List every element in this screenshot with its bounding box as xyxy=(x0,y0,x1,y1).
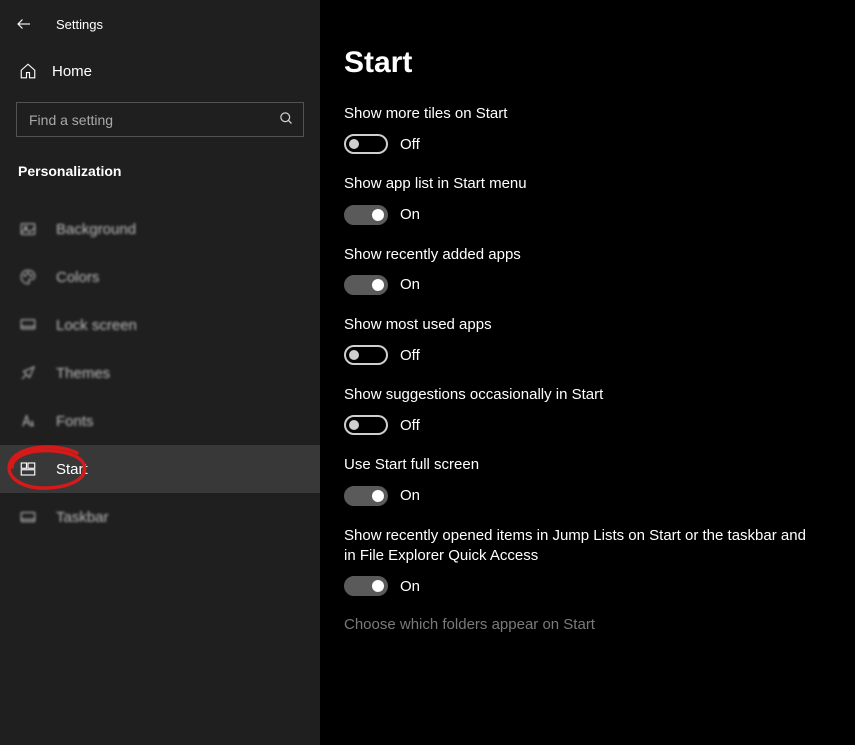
search-container xyxy=(16,102,304,137)
sidebar-item-label: Taskbar xyxy=(56,509,109,526)
setting-label: Show recently opened items in Jump Lists… xyxy=(344,526,814,567)
toggle-more-tiles[interactable] xyxy=(344,134,388,154)
sidebar-item-label: Colors xyxy=(56,269,99,286)
content-pane: Start Show more tiles on Start Off Show … xyxy=(320,0,855,745)
setting-label: Show suggestions occasionally in Start xyxy=(344,385,814,405)
setting-app-list: Show app list in Start menu On xyxy=(344,174,814,224)
setting-label: Show recently added apps xyxy=(344,245,814,265)
setting-jump-lists: Show recently opened items in Jump Lists… xyxy=(344,526,814,597)
titlebar: Settings xyxy=(0,0,320,48)
setting-suggestions: Show suggestions occasionally in Start O… xyxy=(344,385,814,435)
toggle-suggestions[interactable] xyxy=(344,415,388,435)
toggle-state-text: On xyxy=(400,206,420,223)
sidebar-item-taskbar[interactable]: Taskbar xyxy=(0,493,320,541)
sidebar-item-label: Lock screen xyxy=(56,317,137,334)
toggle-full-screen[interactable] xyxy=(344,486,388,506)
search-input[interactable] xyxy=(16,102,304,137)
toggle-state-text: On xyxy=(400,487,420,504)
sidebar-item-fonts[interactable]: Fonts xyxy=(0,397,320,445)
setting-most-used: Show most used apps Off xyxy=(344,315,814,365)
setting-label: Show app list in Start menu xyxy=(344,174,814,194)
sidebar-item-label: Start xyxy=(56,461,88,478)
toggle-state-text: Off xyxy=(400,347,420,364)
picture-icon xyxy=(18,220,38,238)
setting-label: Show most used apps xyxy=(344,315,814,335)
palette-icon xyxy=(18,268,38,286)
toggle-jump-lists[interactable] xyxy=(344,576,388,596)
home-label: Home xyxy=(52,63,92,80)
nav-list: Background Colors Lock screen Themes Fon… xyxy=(0,205,320,541)
setting-label: Show more tiles on Start xyxy=(344,104,814,124)
start-tiles-icon xyxy=(18,460,38,478)
sidebar-item-colors[interactable]: Colors xyxy=(0,253,320,301)
fonts-icon xyxy=(18,412,38,430)
back-arrow-icon xyxy=(15,15,33,33)
back-button[interactable] xyxy=(8,8,40,40)
sidebar-item-themes[interactable]: Themes xyxy=(0,349,320,397)
setting-more-tiles: Show more tiles on Start Off xyxy=(344,104,814,154)
settings-sidebar: Settings Home Personalization Background… xyxy=(0,0,320,745)
themes-icon xyxy=(18,364,38,382)
toggle-recently-added[interactable] xyxy=(344,275,388,295)
sidebar-item-start[interactable]: Start xyxy=(0,445,320,493)
setting-recently-added: Show recently added apps On xyxy=(344,245,814,295)
setting-full-screen: Use Start full screen On xyxy=(344,455,814,505)
lockscreen-icon xyxy=(18,316,38,334)
toggle-state-text: On xyxy=(400,578,420,595)
setting-label: Use Start full screen xyxy=(344,455,814,475)
app-title: Settings xyxy=(56,17,103,32)
home-nav-item[interactable]: Home xyxy=(0,48,320,94)
choose-folders-link[interactable]: Choose which folders appear on Start xyxy=(344,616,831,633)
toggle-most-used[interactable] xyxy=(344,345,388,365)
toggle-state-text: Off xyxy=(400,136,420,153)
toggle-app-list[interactable] xyxy=(344,205,388,225)
section-label: Personalization xyxy=(0,145,320,185)
home-icon xyxy=(18,62,38,80)
page-title: Start xyxy=(344,46,831,80)
toggle-state-text: On xyxy=(400,276,420,293)
toggle-state-text: Off xyxy=(400,417,420,434)
sidebar-item-background[interactable]: Background xyxy=(0,205,320,253)
sidebar-item-lockscreen[interactable]: Lock screen xyxy=(0,301,320,349)
sidebar-item-label: Background xyxy=(56,221,136,238)
taskbar-icon xyxy=(18,508,38,526)
sidebar-item-label: Fonts xyxy=(56,413,94,430)
sidebar-item-label: Themes xyxy=(56,365,110,382)
